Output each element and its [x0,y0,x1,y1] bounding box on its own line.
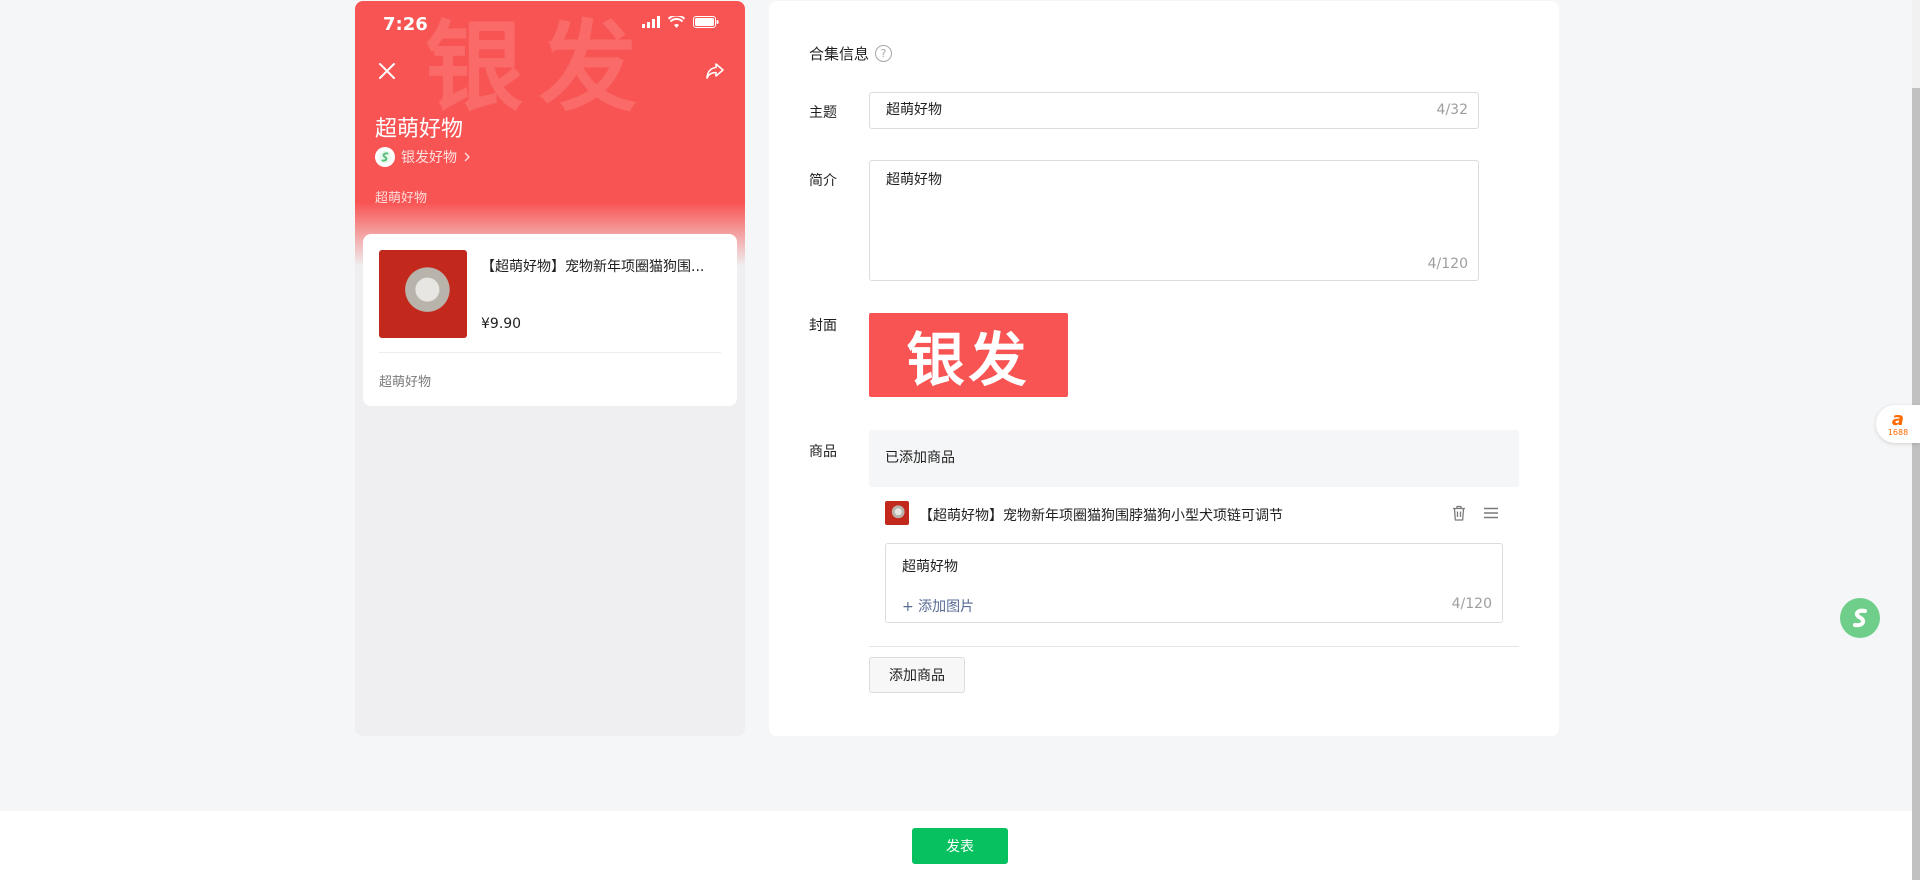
intro-textarea-value: 超萌好物 [886,172,942,188]
badge-1688-mark: a [1891,408,1905,430]
cover-image[interactable]: 银发 [869,313,1068,397]
goods-item-thumbnail [885,501,909,525]
preview-product-price: ¥9.90 [481,316,522,332]
section-title-text: 合集信息 [809,45,870,63]
preview-collection-description: 超萌好物 [375,191,428,206]
help-icon[interactable]: ? [875,45,893,62]
footer-bar: 发表 [0,811,1920,880]
goods-list-item: 【超萌好物】宠物新年项圈猫狗围脖猫狗小型犬项链可调节 [869,487,1519,543]
collection-preview-phone: 银发 7:26 超萌好物 银发好物 超萌好物 【超萌好物】宠物新年项圈猫狗围..… [355,1,745,736]
intro-counter: 4/120 [1427,256,1468,272]
assistant-logo-icon [1853,608,1867,628]
signal-icon [642,16,660,28]
badge-1688-button[interactable]: a 1688 [1876,405,1920,443]
battery-icon [693,16,719,28]
add-image-link[interactable]: + 添加图片 [902,596,974,616]
theme-label: 主题 [809,105,837,121]
theme-input-value: 超萌好物 [886,102,942,118]
goods-section: 已添加商品 【超萌好物】宠物新年项圈猫狗围脖猫狗小型犬项链可调节 超萌好物 + … [869,430,1519,693]
status-bar: 7:26 [355,1,745,49]
preview-product-row: 【超萌好物】宠物新年项圈猫狗围... ¥9.90 [379,250,721,338]
chevron-right-icon [464,152,470,162]
close-icon[interactable] [373,57,401,85]
goods-item-note-value: 超萌好物 [902,559,958,575]
intro-label: 简介 [809,173,837,189]
theme-input[interactable]: 超萌好物 4/32 [869,92,1479,129]
section-title: 合集信息 ? [809,43,893,64]
trash-icon[interactable] [1449,503,1469,523]
preview-product-note: 超萌好物 [379,375,432,390]
goods-item-note-field[interactable]: 超萌好物 + 添加图片 4/120 [885,543,1503,623]
preview-header: 银发 7:26 超萌好物 银发好物 超萌好物 [355,1,745,266]
scrollbar-thumb[interactable] [1912,88,1920,880]
goods-note-counter: 4/120 [1451,596,1492,612]
share-icon[interactable] [701,57,729,85]
wifi-icon [668,16,685,28]
status-time: 7:26 [383,14,428,35]
preview-product-card[interactable]: 【超萌好物】宠物新年项圈猫狗围... ¥9.90 超萌好物 [363,234,737,406]
goods-divider [869,646,1519,647]
preview-author-name: 银发好物 [401,150,457,166]
preview-author-link[interactable]: 银发好物 [375,147,471,167]
drag-handle-icon[interactable] [1481,503,1501,523]
product-thumbnail [379,250,467,338]
collection-form-panel: 合集信息 ? 主题 超萌好物 4/32 简介 超萌好物 4/120 封面 银发 … [769,1,1559,736]
goods-label: 商品 [809,444,837,460]
intro-textarea[interactable]: 超萌好物 4/120 [869,160,1479,281]
preview-collection-title: 超萌好物 [375,117,464,142]
badge-1688-number: 1688 [1887,427,1909,437]
status-icons [642,16,719,28]
author-logo-icon [378,150,392,164]
cover-label: 封面 [809,318,837,334]
added-goods-header: 已添加商品 [869,430,1519,487]
author-avatar [375,147,395,167]
preview-product-title: 【超萌好物】宠物新年项圈猫狗围... [481,259,705,275]
floating-assistant-button[interactable] [1840,598,1880,638]
add-goods-button[interactable]: 添加商品 [869,657,965,693]
publish-button[interactable]: 发表 [912,828,1008,864]
card-divider [379,352,721,353]
goods-item-name: 【超萌好物】宠物新年项圈猫狗围脖猫狗小型犬项链可调节 [919,508,1283,524]
theme-counter: 4/32 [1436,102,1468,118]
